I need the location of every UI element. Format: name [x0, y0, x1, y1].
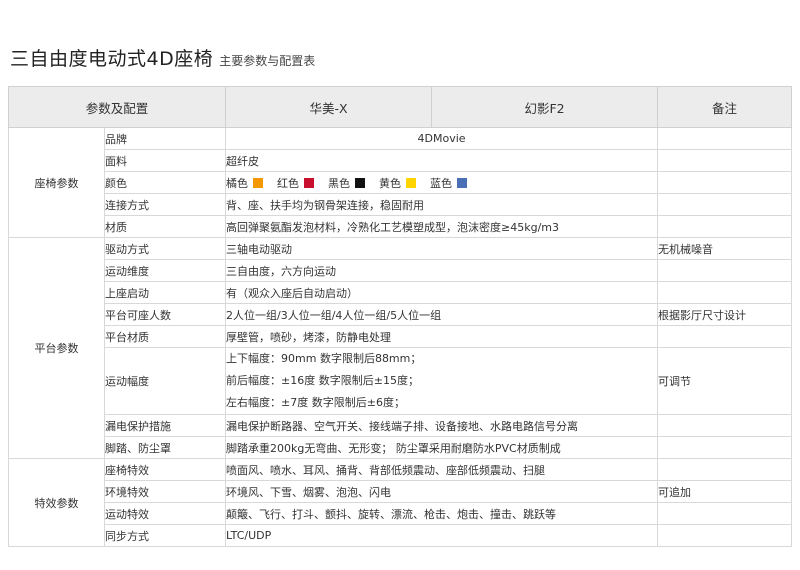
table-row: 平台参数 驱动方式 三轴电动驱动 无机械噪音 [8, 237, 793, 459]
item-label: 平台可座人数 [103, 303, 227, 326]
table-row: 颜色 橘色 红色 黑色 黄色 蓝色 [9, 171, 793, 194]
item-note [657, 193, 793, 216]
color-name: 黄色 [379, 176, 402, 190]
category-seat: 座椅参数 [8, 127, 105, 238]
item-label: 漏电保护措施 [103, 414, 227, 437]
item-value: 高回弹聚氨酯发泡材料，冷熟化工艺模塑成型，泡沫密度≥45kg/m3 [225, 215, 659, 238]
col-header-model-f2: 幻影F2 [431, 86, 659, 128]
item-label: 环境特效 [103, 480, 227, 503]
table-row: 运动幅度 上下幅度：90mm 数字限制后88mm； 前后幅度：±16度 数字限制… [9, 347, 793, 415]
page-title: 三自由度电动式4D座椅 主要参数与配置表 [10, 44, 315, 71]
color-swatch [304, 177, 315, 188]
item-value: 三轴电动驱动 [225, 237, 659, 260]
item-note [657, 458, 793, 481]
item-value: 三自由度，六方向运动 [225, 259, 659, 282]
item-value: 脚踏承重200kg无弯曲、无形变； 防尘罩采用耐磨防水PVC材质制成 [225, 436, 659, 459]
item-value: 厚壁管，喷砂，烤漆，防静电处理 [225, 325, 659, 348]
amplitude-line: 上下幅度：90mm 数字限制后88mm； [226, 352, 422, 365]
item-label: 驱动方式 [103, 237, 227, 260]
item-label: 同步方式 [103, 524, 227, 547]
item-label: 运动维度 [103, 259, 227, 282]
color-swatch [406, 177, 417, 188]
title-subtitle: 主要参数与配置表 [219, 54, 316, 68]
item-note [657, 127, 793, 150]
color-swatch [457, 177, 468, 188]
item-value: LTC/UDP [225, 524, 659, 547]
col-header-note: 备注 [657, 86, 793, 128]
table-row: 脚踏、防尘罩 脚踏承重200kg无弯曲、无形变； 防尘罩采用耐磨防水PVC材质制… [9, 436, 793, 459]
table-row: 漏电保护措施 漏电保护断路器、空气开关、接线端子排、设备接地、水路电路信号分离 [9, 414, 793, 437]
item-note [657, 502, 793, 525]
item-note [657, 436, 793, 459]
table-row: 平台可座人数 2人位一组/3人位一组/4人位一组/5人位一组 根据影厅尺寸设计 [9, 303, 793, 326]
item-note [657, 524, 793, 547]
spec-table: 参数及配置 华美-X 幻影F2 备注 座椅参数 品牌 4DMovie 面料 超纤… [7, 86, 793, 547]
item-note: 无机械噪音 [657, 237, 793, 260]
color-name: 黑色 [328, 176, 351, 190]
color-swatch [355, 177, 366, 188]
color-name: 红色 [277, 176, 300, 190]
item-label: 颜色 [103, 171, 227, 194]
table-row: 运动维度 三自由度，六方向运动 [9, 259, 793, 282]
item-label: 运动特效 [103, 502, 227, 525]
item-value: 环境风、下雪、烟雾、泡泡、闪电 [225, 480, 659, 503]
item-note [657, 259, 793, 282]
color-swatch [253, 177, 264, 188]
item-note [657, 325, 793, 348]
item-value: 有（观众入座后自动启动） [225, 281, 659, 304]
table-row: 平台材质 厚壁管，喷砂，烤漆，防静电处理 [9, 325, 793, 348]
item-note [657, 414, 793, 437]
col-header-params: 参数及配置 [7, 86, 227, 128]
item-note [657, 281, 793, 304]
item-label: 座椅特效 [103, 458, 227, 481]
item-label: 材质 [103, 215, 227, 238]
item-note: 根据影厅尺寸设计 [657, 303, 793, 326]
item-label: 运动幅度 [103, 347, 227, 415]
item-note [657, 149, 793, 172]
color-name: 橘色 [226, 176, 249, 190]
table-row: 环境特效 环境风、下雪、烟雾、泡泡、闪电 可追加 [9, 480, 793, 503]
item-label: 面料 [103, 149, 227, 172]
item-note: 可追加 [657, 480, 793, 503]
item-value: 超纤皮 [225, 149, 659, 172]
table-row: 连接方式 背、座、扶手均为钢骨架连接，稳固耐用 [9, 193, 793, 216]
category-effects: 特效参数 [8, 458, 105, 547]
item-note [657, 171, 793, 194]
table-header-row: 参数及配置 华美-X 幻影F2 备注 [7, 86, 793, 128]
amplitude-line: 前后幅度：±16度 数字限制后±15度； [226, 374, 419, 387]
item-label: 上座启动 [103, 281, 227, 304]
item-note: 可调节 [657, 347, 793, 415]
color-options: 橘色 红色 黑色 黄色 蓝色 [225, 171, 659, 194]
item-label: 脚踏、防尘罩 [103, 436, 227, 459]
category-platform: 平台参数 [8, 237, 105, 459]
item-label: 平台材质 [103, 325, 227, 348]
table-row: 特效参数 座椅特效 喷面风、喷水、耳风、捅背、背部低频震动、座部低频震动、扫腿 [8, 458, 793, 547]
table-row: 座椅参数 品牌 4DMovie [8, 127, 793, 238]
title-main: 三自由度电动式4D座椅 [10, 48, 214, 70]
table-row: 同步方式 LTC/UDP [9, 524, 793, 547]
item-value: 背、座、扶手均为钢骨架连接，稳固耐用 [225, 193, 659, 216]
item-value: 4DMovie [225, 127, 659, 150]
table-row: 材质 高回弹聚氨酯发泡材料，冷熟化工艺模塑成型，泡沫密度≥45kg/m3 [9, 215, 793, 238]
item-value: 漏电保护断路器、空气开关、接线端子排、设备接地、水路电路信号分离 [225, 414, 659, 437]
item-value: 2人位一组/3人位一组/4人位一组/5人位一组 [225, 303, 659, 326]
item-label: 连接方式 [103, 193, 227, 216]
item-value: 上下幅度：90mm 数字限制后88mm； 前后幅度：±16度 数字限制后±15度… [225, 347, 659, 415]
item-value: 喷面风、喷水、耳风、捅背、背部低频震动、座部低频震动、扫腿 [225, 458, 659, 481]
col-header-model-x: 华美-X [225, 86, 433, 128]
item-label: 品牌 [103, 127, 227, 150]
table-row: 面料 超纤皮 [9, 149, 793, 172]
table-row: 运动特效 颠簸、飞行、打斗、颤抖、旋转、漂流、枪击、炮击、撞击、跳跃等 [9, 502, 793, 525]
table-row: 上座启动 有（观众入座后自动启动） [9, 281, 793, 304]
item-note [657, 215, 793, 238]
amplitude-line: 左右幅度：±7度 数字限制后±6度； [226, 396, 405, 409]
color-name: 蓝色 [430, 176, 453, 190]
item-value: 颠簸、飞行、打斗、颤抖、旋转、漂流、枪击、炮击、撞击、跳跃等 [225, 502, 659, 525]
